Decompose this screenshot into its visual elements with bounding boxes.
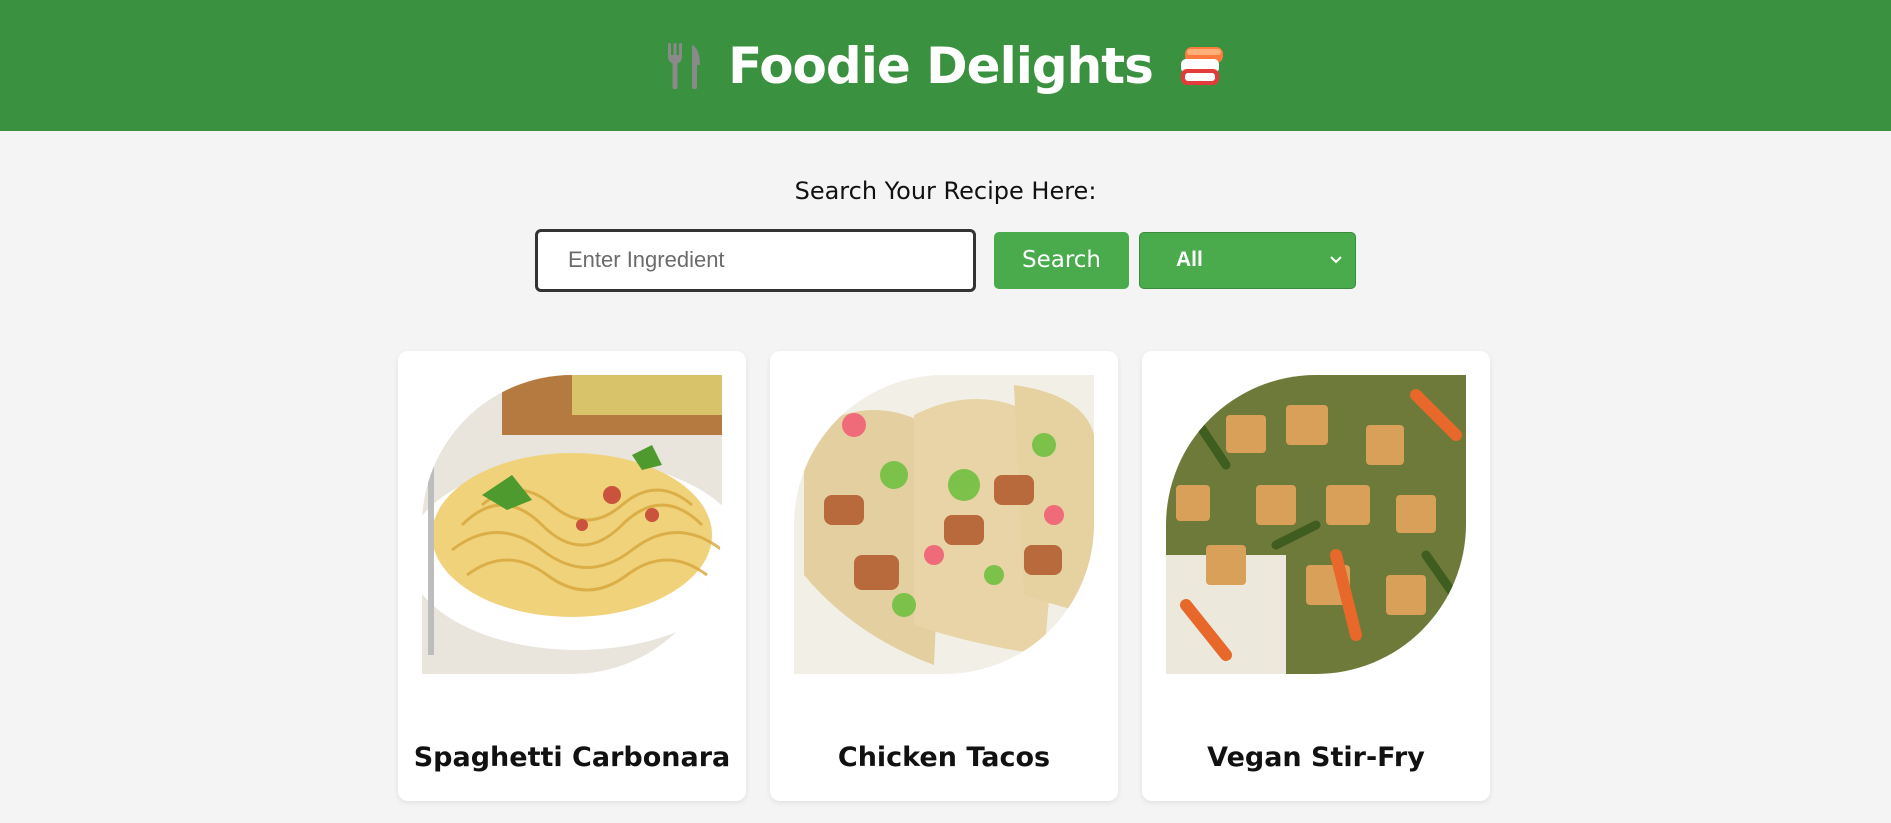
recipe-title: Spaghetti Carbonara <box>413 742 731 773</box>
search-section: Search Your Recipe Here: Search All <box>0 131 1891 292</box>
vegan-stir-fry-photo[interactable] <box>1166 375 1466 674</box>
header-inner: Foodie Delights <box>666 37 1225 95</box>
recipe-title: Chicken Tacos <box>837 742 1051 773</box>
search-heading: Search Your Recipe Here: <box>794 177 1097 205</box>
ingredient-search-input[interactable] <box>535 228 976 292</box>
search-button[interactable]: Search <box>994 231 1129 289</box>
category-select-value: All <box>1176 248 1203 271</box>
recipe-cards: Spaghetti Carbonara Chicken Tacos Vegan … <box>398 351 1490 801</box>
recipe-card[interactable]: Spaghetti Carbonara <box>398 351 746 801</box>
category-select[interactable]: All <box>1139 231 1356 289</box>
sushi-icon <box>1179 45 1225 87</box>
search-controls: Search All <box>0 228 1891 292</box>
site-header: Foodie Delights <box>0 0 1891 131</box>
chicken-tacos-photo[interactable] <box>794 375 1094 674</box>
site-title: Foodie Delights <box>728 36 1154 95</box>
spaghetti-carbonara-photo[interactable] <box>422 375 722 674</box>
recipe-card[interactable]: Chicken Tacos <box>770 351 1118 801</box>
recipe-card[interactable]: Vegan Stir-Fry <box>1142 351 1490 801</box>
chevron-down-icon <box>1329 255 1343 265</box>
recipe-title: Vegan Stir-Fry <box>1207 742 1425 773</box>
fork-knife-icon <box>666 42 702 89</box>
